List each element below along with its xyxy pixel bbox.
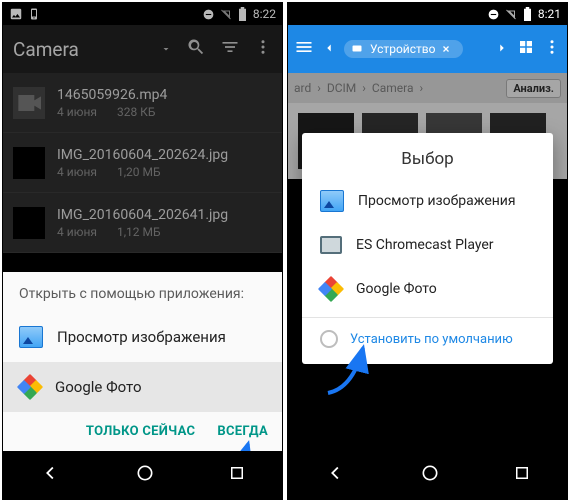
- option-label: Google Фото: [55, 378, 142, 396]
- chooser-dialog: Выбор Просмотр изображения ES Chromecast…: [302, 133, 553, 364]
- back-button[interactable]: [325, 462, 347, 488]
- always-button[interactable]: ВСЕГДА: [217, 424, 268, 439]
- battery-icon: [521, 7, 535, 21]
- open-with-sheet: Открыть с помощью приложения: Просмотр и…: [3, 272, 282, 451]
- chromecast-icon: [320, 236, 342, 254]
- dialog-option-gallery[interactable]: Просмотр изображения: [302, 179, 553, 223]
- recents-button[interactable]: [228, 464, 246, 486]
- google-photos-icon: [19, 376, 41, 398]
- sheet-option-gallery[interactable]: Просмотр изображения: [3, 312, 282, 362]
- dialog-title: Выбор: [302, 133, 553, 179]
- chevron-right-icon[interactable]: [495, 40, 509, 59]
- dnd-icon: [487, 7, 501, 21]
- radio-unchecked-icon[interactable]: [320, 330, 338, 348]
- chip-label: Устройство: [370, 42, 435, 56]
- option-label: Просмотр изображения: [358, 193, 516, 209]
- status-time: 8:21: [538, 7, 561, 21]
- nav-bar: [288, 451, 567, 499]
- nav-bar: [3, 451, 282, 499]
- option-label: Просмотр изображения: [57, 328, 226, 346]
- more-icon[interactable]: [543, 38, 561, 60]
- home-button[interactable]: [135, 463, 155, 487]
- sheet-header: Открыть с помощью приложения:: [3, 272, 282, 312]
- dialog-option-photos[interactable]: Google Фото: [302, 267, 553, 311]
- gallery-icon: [19, 326, 43, 348]
- gallery-icon: [320, 190, 344, 212]
- status-bar: 8:21: [288, 3, 567, 25]
- set-default-row[interactable]: Установить по умолчанию: [302, 318, 553, 358]
- just-once-button[interactable]: ТОЛЬКО СЕЙЧАС: [86, 424, 195, 439]
- option-label: ES Chromecast Player: [356, 237, 494, 253]
- sheet-option-photos[interactable]: Google Фото: [3, 362, 282, 412]
- back-button[interactable]: [40, 462, 62, 488]
- recents-button[interactable]: [513, 464, 531, 486]
- close-icon[interactable]: [441, 44, 451, 54]
- google-photos-icon: [320, 278, 342, 300]
- es-toolbar: Устройство: [288, 25, 567, 73]
- device-chip[interactable]: Устройство: [344, 40, 463, 58]
- home-button[interactable]: [420, 463, 440, 487]
- option-label: Google Фото: [356, 281, 437, 297]
- no-sim-icon: [504, 7, 518, 21]
- menu-icon[interactable]: [294, 37, 314, 61]
- dialog-option-chromecast[interactable]: ES Chromecast Player: [302, 223, 553, 267]
- set-default-label: Установить по умолчанию: [350, 332, 513, 347]
- windows-icon[interactable]: [517, 38, 535, 60]
- chevron-left-icon[interactable]: [322, 40, 336, 59]
